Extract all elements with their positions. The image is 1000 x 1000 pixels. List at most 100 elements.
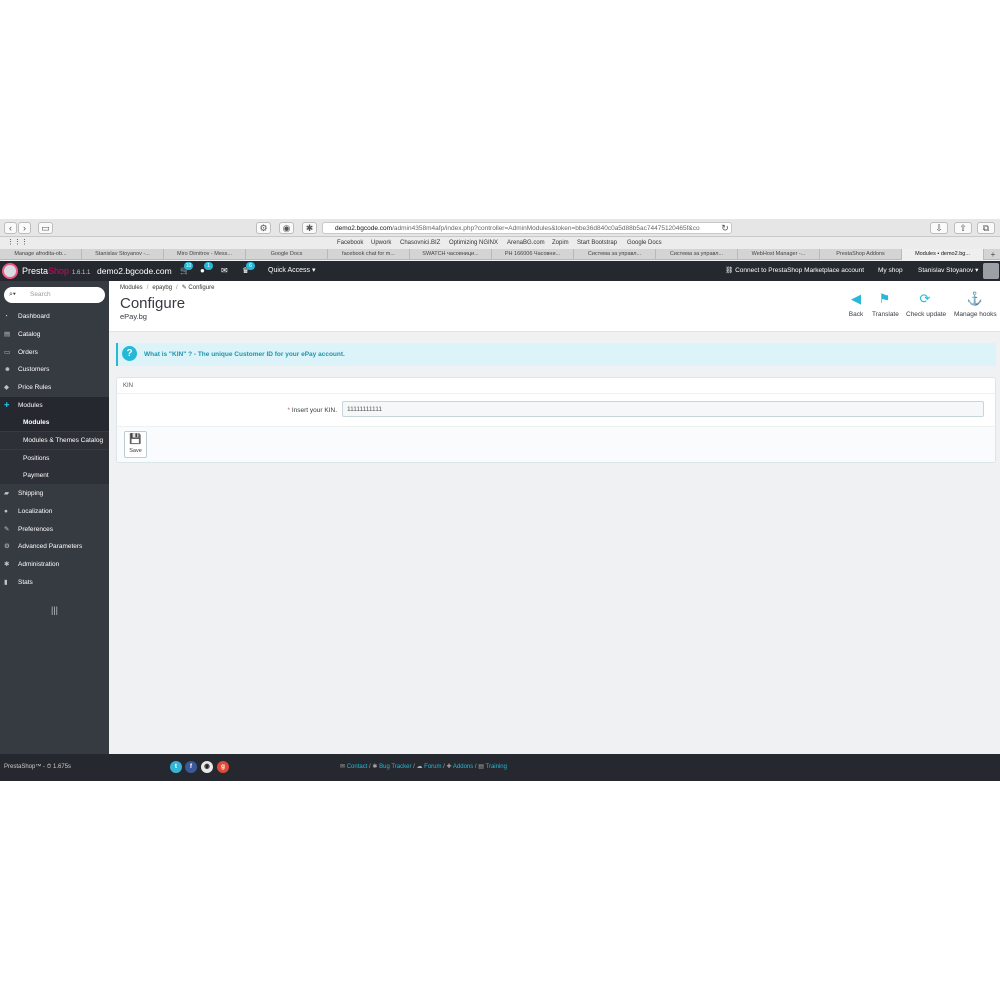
browser-tab[interactable]: PrestaShop Addons <box>820 249 902 260</box>
back-button[interactable]: ◀ Back <box>848 291 864 323</box>
sidebar-item-catalog[interactable]: ▤ Catalog <box>0 326 109 343</box>
sidebar-item-price-rules[interactable]: ◆ Price Rules <box>0 379 109 396</box>
browser-tab-active[interactable]: Modules • demo2.bg... <box>902 249 984 260</box>
sidebar-item-label: Preferences <box>18 526 54 533</box>
reload-icon[interactable]: ↻ <box>720 223 730 233</box>
version: 1.6.1.1 <box>72 270 91 276</box>
extension-icon[interactable]: ⚙ <box>256 222 271 234</box>
browser-tab[interactable]: WebHost Manager -... <box>738 249 820 260</box>
forum-link[interactable]: Forum <box>424 764 441 770</box>
bug-tracker-link[interactable]: Bug Tracker <box>379 764 411 770</box>
bookmark-item[interactable]: ArenaBG.com <box>507 237 545 249</box>
sidebar-item-shipping[interactable]: ▰ Shipping <box>0 485 109 502</box>
my-shop-link[interactable]: My shop <box>878 266 903 276</box>
customer-icon[interactable]: ● 1 <box>200 262 213 276</box>
sidebar-item-modules[interactable]: ✚ Modules <box>0 397 109 414</box>
breadcrumb-item[interactable]: Modules <box>120 285 143 291</box>
browser-tab[interactable]: Система за управл... <box>574 249 656 260</box>
submenu-item-positions[interactable]: Positions <box>0 450 109 467</box>
sidebar-item-orders[interactable]: ▭ Orders <box>0 344 109 361</box>
twitter-icon[interactable]: t <box>170 761 182 773</box>
flag-icon: ⚑ <box>878 291 891 306</box>
addons-link[interactable]: Addons <box>453 764 473 770</box>
search-box[interactable]: ⌕▾ Search <box>4 287 105 303</box>
cart-icon[interactable]: 🛒 10 <box>180 262 193 276</box>
manage-hooks-button[interactable]: ⚓ Manage hooks <box>954 291 997 323</box>
training-link[interactable]: Training <box>486 764 507 770</box>
sidebar-item-localization[interactable]: ● Localization <box>0 503 109 520</box>
browser-tab[interactable]: Miro Dimitrov - Mess... <box>164 249 246 260</box>
browser-back-button[interactable]: ‹ <box>4 222 17 234</box>
submenu-item-modules[interactable]: Modules <box>0 414 109 431</box>
downloads-icon[interactable]: ⇩ <box>930 222 948 234</box>
breadcrumb-separator: / <box>176 285 178 291</box>
browser-tab[interactable]: PH 166006 Часовни... <box>492 249 574 260</box>
browser-forward-button[interactable]: › <box>18 222 31 234</box>
check-update-button[interactable]: ⟳ Check update <box>906 291 946 323</box>
prestashop-logo[interactable] <box>2 263 18 279</box>
screenshot-area: ‹ › ▭ ⚙ ◉ ✱ demo2.bgcode.com/admin4358m4… <box>0 219 1000 781</box>
breadcrumb: Modules / epaybg / ✎ Configure <box>120 284 214 292</box>
browser-tab[interactable]: SWATCH часовници... <box>410 249 492 260</box>
collapse-menu-icon[interactable]: ||| <box>51 605 58 615</box>
envelope-icon[interactable]: ✉ <box>221 266 228 276</box>
sidebar-item-preferences[interactable]: ✎ Preferences <box>0 521 109 538</box>
browser-tab[interactable]: Система за управл... <box>656 249 738 260</box>
puzzle-extension-icon[interactable]: ✱ <box>302 222 317 234</box>
submenu-item-label: Payment <box>23 472 49 479</box>
bookmark-item[interactable]: Chasovnici.BIZ <box>400 237 440 249</box>
address-bar[interactable]: demo2.bgcode.com/admin4358m4afp/index.ph… <box>322 222 732 234</box>
kin-label: * Insert your KIN. <box>237 405 338 417</box>
bar-chart-icon: ▮ <box>4 579 8 586</box>
browser-tab[interactable]: Stanislav Stoyanov -... <box>82 249 164 260</box>
share-icon[interactable]: ⇧ <box>954 222 972 234</box>
sidebar-item-advanced-parameters[interactable]: ⚙ Advanced Parameters <box>0 538 109 555</box>
quick-access-menu[interactable]: Quick Access ▾ <box>268 266 315 276</box>
brand-shop: Shop <box>48 266 70 276</box>
avatar[interactable] <box>983 263 999 279</box>
shop-domain-link[interactable]: demo2.bgcode.com <box>97 265 172 277</box>
contact-link[interactable]: Contact <box>347 764 368 770</box>
bookmark-item[interactable]: Google Docs <box>627 237 662 249</box>
kin-form-panel: KIN * Insert your KIN. 💾 Save <box>116 377 996 463</box>
github-icon[interactable]: ◉ <box>201 761 213 773</box>
sidebar-item-administration[interactable]: ✱ Administration <box>0 556 109 573</box>
breadcrumb-separator: / <box>146 285 149 291</box>
sidebar-toggle-icon[interactable]: ▭ <box>38 222 53 234</box>
tags-icon: ◆ <box>4 384 9 391</box>
bookmark-item[interactable]: Upwork <box>371 237 391 249</box>
sidebar-item-customers[interactable]: ☻ Customers <box>0 361 109 378</box>
submenu-item-payment[interactable]: Payment <box>0 467 109 484</box>
shield-icon[interactable]: ◉ <box>279 222 294 234</box>
google-plus-icon[interactable]: g <box>217 761 229 773</box>
tabs-overview-icon[interactable]: ⧉ <box>977 222 995 234</box>
browser-tab[interactable]: Google Docs <box>246 249 328 260</box>
admin-header: PrestaShop 1.6.1.1 demo2.bgcode.com 🛒 10 ●… <box>0 261 1000 281</box>
browser-tab[interactable]: facebook chat for m... <box>328 249 410 260</box>
sidebar-item-dashboard[interactable]: ◔ Dashboard <box>0 308 109 325</box>
user-menu[interactable]: Stanislav Stoyanov ▾ <box>918 266 978 276</box>
bookmark-item[interactable]: Zopim <box>552 237 569 249</box>
kin-input[interactable] <box>342 401 984 417</box>
bookmark-item[interactable]: Start Bootstrap <box>577 237 617 249</box>
sidebar-item-stats[interactable]: ▮ Stats <box>0 574 109 591</box>
panel-title: KIN <box>117 378 995 394</box>
new-tab-icon[interactable]: + <box>986 249 1000 260</box>
breadcrumb-item[interactable]: epaybg <box>152 285 172 291</box>
translate-button[interactable]: ⚑ Translate <box>872 291 899 323</box>
translate-label: Translate <box>872 311 899 318</box>
browser-tab[interactable]: Manage afrodita-ob... <box>0 249 82 260</box>
search-icon[interactable]: ⌕▾ <box>9 287 16 303</box>
link-icon: ⛓ <box>725 267 736 274</box>
facebook-icon[interactable]: f <box>185 761 197 773</box>
page-title: Configure <box>120 295 186 312</box>
back-label: Back <box>848 311 864 318</box>
submenu-item-catalog[interactable]: Modules & Themes Catalog <box>0 432 109 449</box>
search-input[interactable]: Search <box>30 287 51 303</box>
save-button[interactable]: 💾 Save <box>124 431 147 458</box>
trophy-icon[interactable]: ♛ 6 <box>242 262 255 276</box>
bookmarks-grid-icon[interactable]: ⋮⋮⋮ <box>7 237 28 249</box>
marketplace-link[interactable]: ⛓ Connect to PrestaShop Marketplace acco… <box>725 266 864 276</box>
bookmark-item[interactable]: Facebook <box>337 237 363 249</box>
bookmark-item[interactable]: Optimizing NGINX <box>449 237 498 249</box>
